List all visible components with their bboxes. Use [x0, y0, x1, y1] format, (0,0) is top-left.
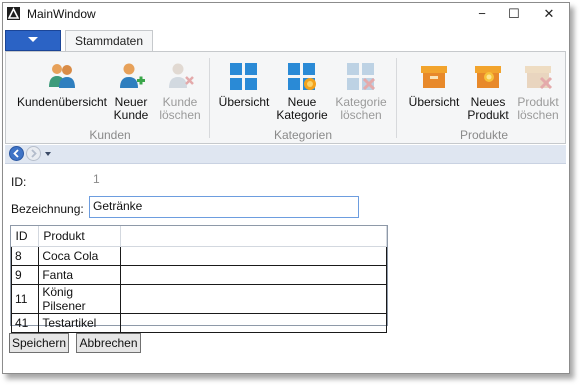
- window-title: MainWindow: [27, 7, 96, 21]
- ribbon: Kundenübersicht Neuer Kunde Kunde lösche…: [5, 51, 566, 144]
- cell-id[interactable]: 11: [10, 284, 40, 314]
- history-dropdown-icon[interactable]: [45, 152, 51, 156]
- grid-header-row: ID Produkt: [11, 226, 388, 247]
- column-header-filler: [120, 226, 388, 247]
- table-row[interactable]: 9 Fanta: [10, 265, 388, 285]
- ribbon-button-label-line2: löschen: [517, 108, 559, 122]
- bezeichnung-label: Bezeichnung:: [11, 202, 84, 216]
- ribbon-button-label-line2: löschen: [159, 108, 201, 122]
- table-row[interactable]: 11 König Pilsener: [10, 284, 388, 314]
- cell-filler: [119, 284, 388, 314]
- bezeichnung-input[interactable]: Getränke: [89, 196, 359, 218]
- ribbon-button-label-line2: Produkt: [467, 108, 509, 122]
- group-separator: [396, 58, 397, 138]
- cell-id[interactable]: 41: [10, 313, 40, 333]
- id-value: 1: [93, 172, 100, 186]
- ribbon-button-kategorie-uebersicht[interactable]: Übersicht: [216, 60, 272, 109]
- users-icon: [49, 64, 75, 88]
- ribbon-button-label: Übersicht: [218, 95, 270, 109]
- group-label-kunden: Kunden: [89, 128, 131, 142]
- ribbon-button-neue-kategorie[interactable]: Neue Kategorie: [274, 60, 330, 122]
- maximize-button[interactable]: ☐: [503, 5, 525, 23]
- grid-icon: [230, 63, 257, 90]
- column-header-produkt[interactable]: Produkt: [38, 226, 121, 247]
- products-grid: ID Produkt 8 Coca Cola 9 Fanta 11 König …: [10, 225, 388, 333]
- box-icon: [421, 66, 447, 88]
- grid-add-icon: [288, 63, 316, 90]
- cell-filler: [119, 265, 388, 285]
- minimize-button[interactable]: −: [471, 5, 493, 23]
- title-bar: MainWindow − ☐ ✕: [3, 3, 569, 25]
- forward-icon[interactable]: [26, 146, 41, 161]
- back-icon[interactable]: [9, 146, 24, 161]
- cell-product[interactable]: König Pilsener: [38, 284, 121, 314]
- ribbon-button-kunde-loeschen[interactable]: Kunde löschen: [156, 60, 204, 122]
- app-icon: [7, 7, 20, 20]
- ribbon-button-label-line1: Kunde: [162, 95, 198, 109]
- group-separator: [209, 58, 210, 138]
- id-label: ID:: [11, 175, 27, 189]
- ribbon-button-label-line2: löschen: [340, 108, 382, 122]
- close-button[interactable]: ✕: [538, 5, 560, 23]
- cell-filler: [119, 313, 388, 333]
- user-add-icon: [120, 63, 145, 88]
- ribbon-button-kategorie-loeschen[interactable]: Kategorie löschen: [332, 60, 390, 122]
- ribbon-button-label-line1: Kategorie: [335, 95, 387, 109]
- ribbon-button-label-line1: Neue: [287, 95, 317, 109]
- chevron-down-icon: [28, 37, 38, 42]
- table-row[interactable]: 41 Testartikel: [10, 313, 388, 333]
- cancel-button[interactable]: Abbrechen: [76, 333, 141, 353]
- tab-stammdaten[interactable]: Stammdaten: [65, 30, 153, 52]
- ribbon-button-produkt-uebersicht[interactable]: Übersicht: [406, 60, 462, 109]
- navigation-bar: [5, 145, 566, 164]
- ribbon-button-label: Übersicht: [408, 95, 460, 109]
- ribbon-button-label: Kundenübersicht: [16, 95, 108, 109]
- main-window: MainWindow − ☐ ✕ Stammdaten Kundenübersi…: [2, 2, 570, 374]
- box-add-icon: [475, 66, 501, 88]
- cell-filler: [119, 246, 388, 266]
- cell-product[interactable]: Testartikel: [38, 313, 121, 333]
- ribbon-button-label-line1: Neues: [470, 95, 506, 109]
- ribbon-button-kundenuebersicht[interactable]: Kundenübersicht: [16, 60, 108, 109]
- ribbon-button-produkt-loeschen[interactable]: Produkt löschen: [514, 60, 562, 122]
- ribbon-button-label-line2: Kunde: [113, 108, 149, 122]
- cell-id[interactable]: 8: [10, 246, 40, 266]
- cell-id[interactable]: 9: [10, 265, 40, 285]
- ribbon-button-label-line1: Produkt: [517, 95, 559, 109]
- ribbon-button-label-line1: Neuer: [114, 95, 148, 109]
- ribbon-button-neuer-kunde[interactable]: Neuer Kunde: [110, 60, 152, 122]
- ribbon-button-neues-produkt[interactable]: Neues Produkt: [464, 60, 512, 122]
- column-header-id[interactable]: ID: [11, 226, 40, 247]
- user-delete-icon: [169, 63, 194, 88]
- grid-delete-icon: [347, 63, 376, 91]
- group-label-kategorien: Kategorien: [273, 128, 333, 142]
- box-delete-icon: [525, 66, 553, 90]
- save-button[interactable]: Speichern: [9, 333, 69, 353]
- table-row[interactable]: 8 Coca Cola: [10, 246, 388, 266]
- app-menu-button[interactable]: [5, 30, 61, 51]
- group-label-produkte: Produkte: [459, 128, 509, 142]
- cell-product[interactable]: Fanta: [38, 265, 121, 285]
- cell-product[interactable]: Coca Cola: [38, 246, 121, 266]
- ribbon-button-label-line2: Kategorie: [276, 108, 328, 122]
